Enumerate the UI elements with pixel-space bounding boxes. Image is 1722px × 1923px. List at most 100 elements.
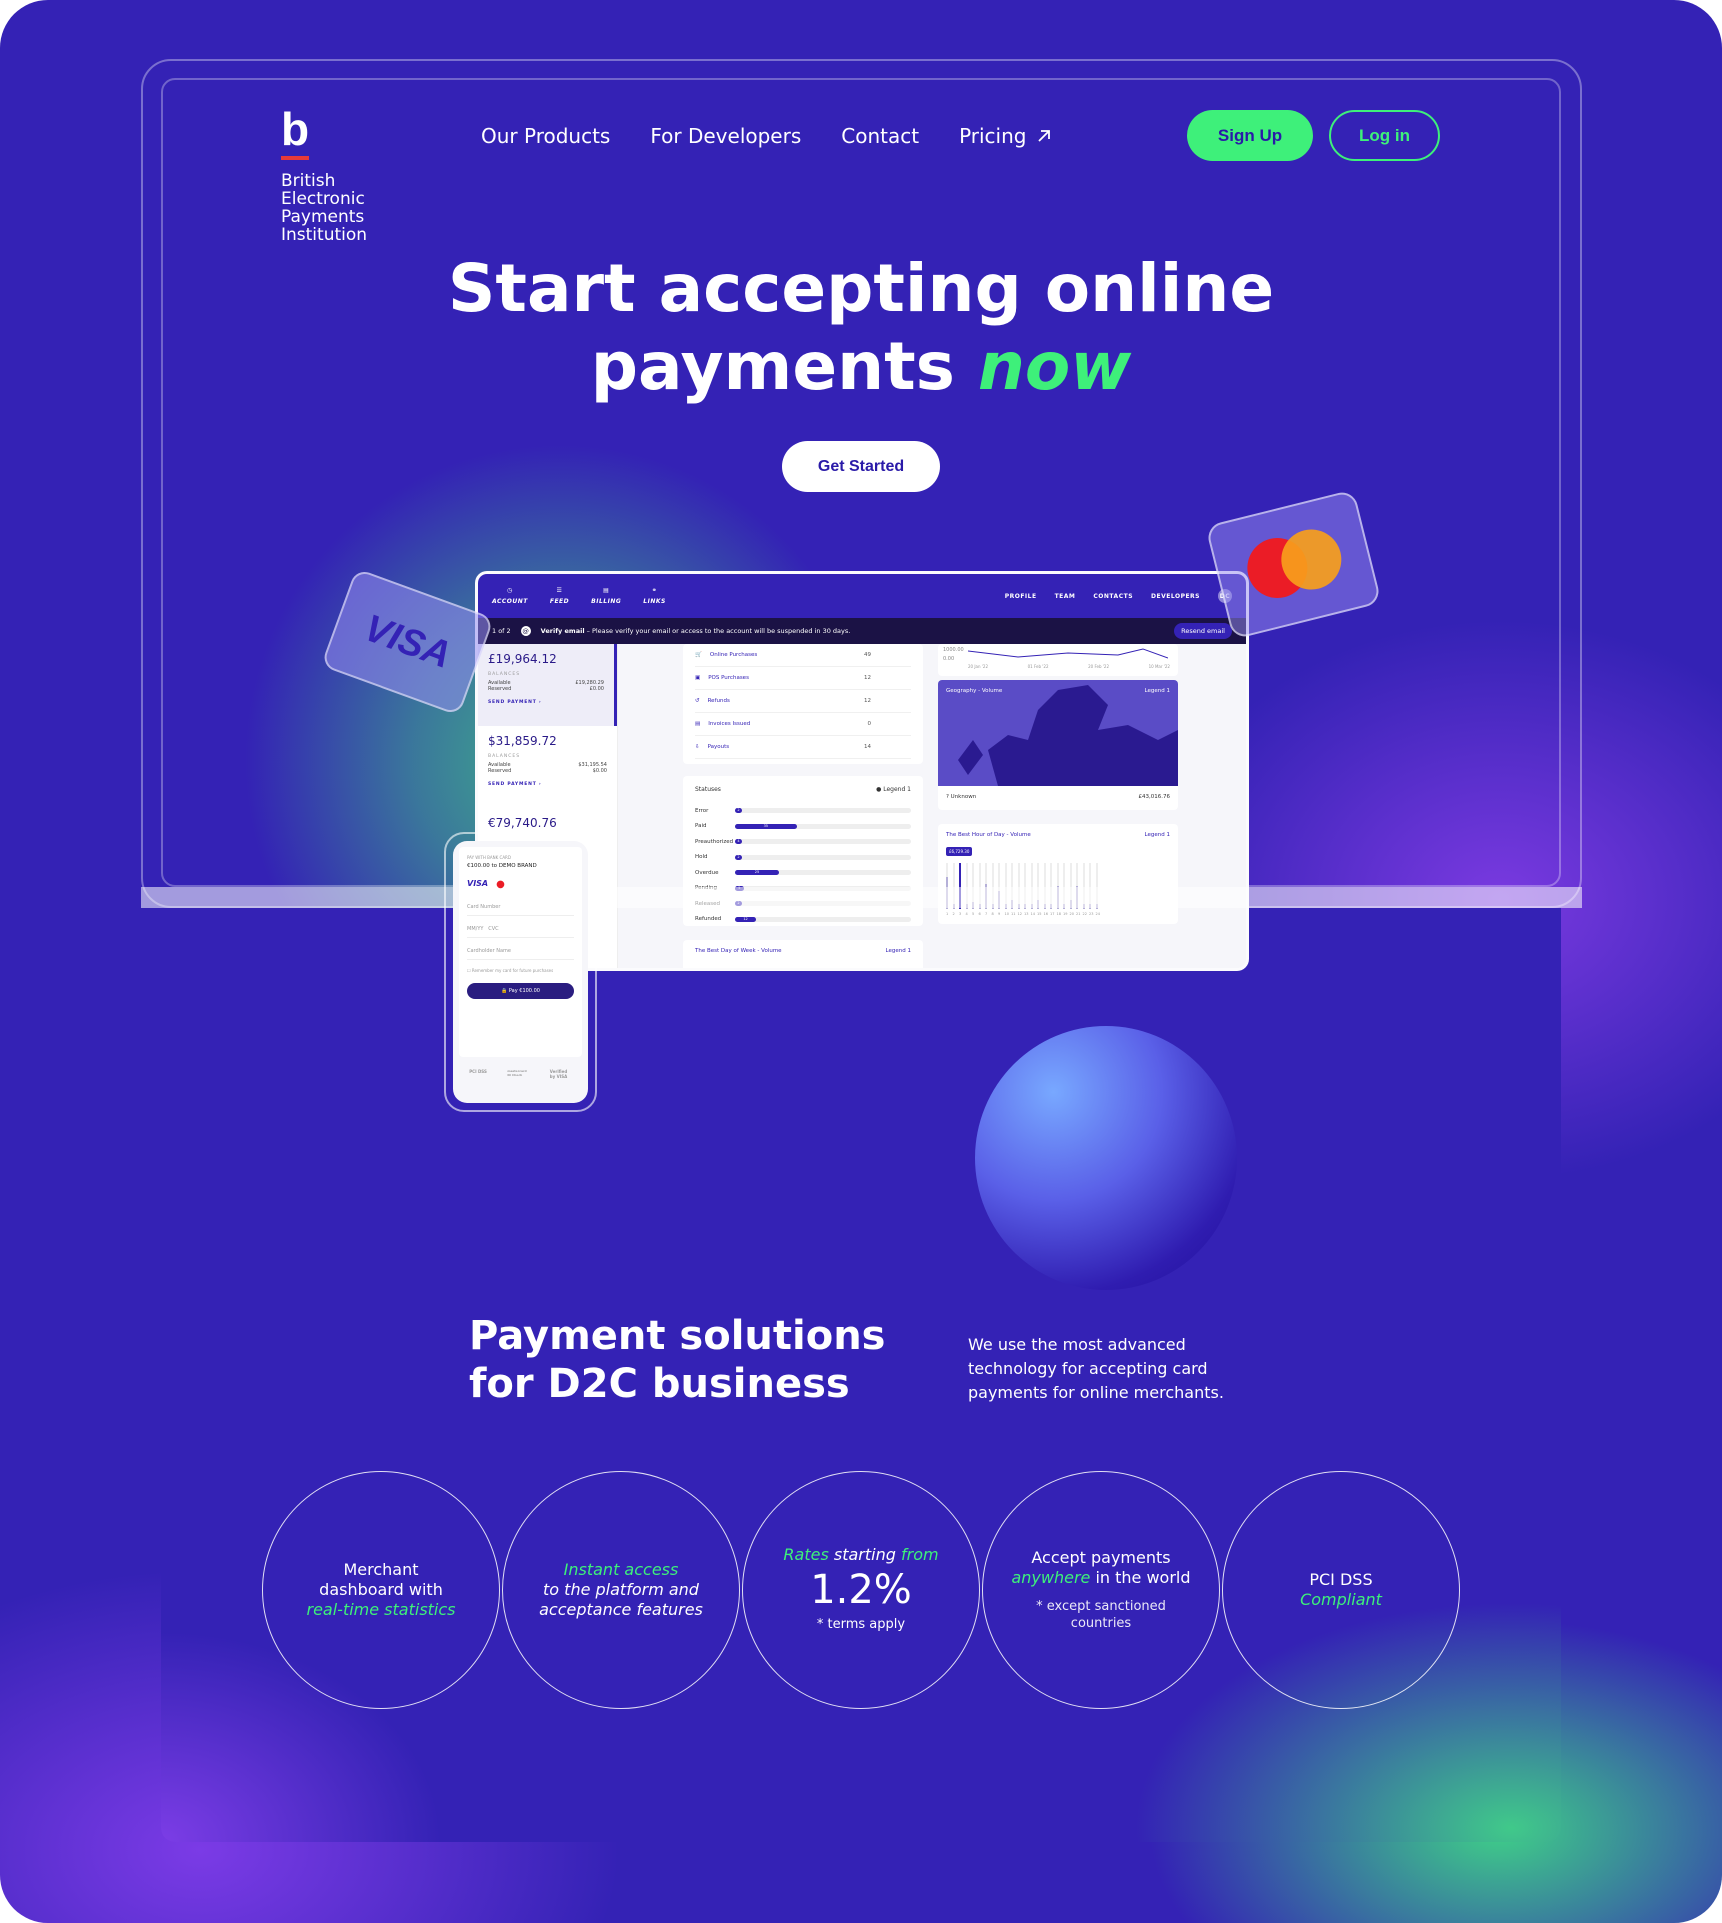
status-track: 4 (735, 839, 911, 845)
hour-label: 7 (985, 912, 988, 916)
hour-label: 6 (978, 912, 981, 916)
hour-label: 12 (1017, 912, 1022, 916)
expiry-field[interactable]: MM/YY (467, 926, 483, 932)
resend-email-button[interactable]: Resend email (1174, 623, 1232, 639)
transaction-label: Payouts (707, 744, 730, 750)
geography-card: Geography - Volume Legend 1 ? Unknown £43… (938, 680, 1178, 810)
status-label: Hold (695, 854, 708, 861)
tab-label: FEED (549, 598, 570, 605)
status-row: Paid 35 (695, 819, 911, 835)
europe-map: Geography - Volume Legend 1 (938, 680, 1178, 786)
reserved-row: Reserved £0.00 (488, 686, 604, 692)
logo[interactable]: b British Electronic Payments Institutio… (281, 106, 367, 244)
feature-text: in the world (1095, 1568, 1191, 1587)
status-row: Refunded 12 (695, 912, 911, 928)
document-icon: ▤ (603, 587, 610, 594)
nav-pricing[interactable]: Pricing (959, 124, 1052, 148)
status-row: Preauthorized 4 (695, 834, 911, 850)
row-label: Reserved (488, 686, 512, 692)
logo-underline (281, 156, 309, 160)
send-payment-link[interactable]: SEND PAYMENT › (488, 782, 607, 787)
sign-up-button[interactable]: Sign Up (1187, 110, 1313, 161)
x-tick: 10 Mar '22 (1148, 664, 1170, 669)
cvc-field[interactable]: CVC (488, 926, 498, 932)
status-label: Preauthorized (695, 838, 734, 845)
transaction-value: 49 (864, 652, 871, 658)
tab-label: ACCOUNT (492, 598, 528, 605)
refund-icon: ↺ (695, 698, 700, 704)
legend-label: Legend 1 (1144, 688, 1170, 694)
card-number-field[interactable]: Card Number (467, 894, 574, 916)
cardholder-field[interactable]: Cardholder Name (467, 938, 574, 960)
account-amount: €79,740.76 (488, 816, 557, 830)
nav-contact[interactable]: Contact (841, 124, 919, 148)
hour-title[interactable]: The Best Hour of Day - Volume (946, 832, 1031, 838)
tab-billing[interactable]: ▤ BILLING (591, 587, 621, 605)
row-label: Reserved (488, 768, 512, 774)
banner-title: Verify email (540, 627, 585, 635)
email-icon: @ (520, 626, 531, 636)
hour-label: 8 (991, 912, 994, 916)
tab-account[interactable]: ◷ ACCOUNT (492, 587, 528, 605)
statuses-header: Statuses ● Legend 1 (695, 786, 911, 793)
remember-checkbox[interactable]: ☐ Remember my card for future purchases (467, 968, 574, 973)
hour-label: 5 (972, 912, 975, 916)
row-value: $0.00 (592, 768, 607, 774)
banner-pager[interactable]: 1 of 2 (492, 627, 511, 635)
nav-our-products[interactable]: Our Products (481, 124, 610, 148)
tab-links[interactable]: ⚭ LINKS (643, 587, 666, 605)
status-label: Error (695, 807, 709, 814)
status-track: 25 (735, 870, 911, 876)
hour-label: 11 (1011, 912, 1016, 916)
status-bar: 2 (735, 808, 742, 814)
feature-text: dashboard with (319, 1580, 443, 1599)
tab-feed[interactable]: ☰ FEED (550, 587, 569, 605)
transaction-row[interactable]: ▣ POS Purchases 12 (695, 667, 911, 690)
statuses-title: Statuses (695, 786, 721, 793)
feature-text: to the platform and (543, 1580, 699, 1599)
expiry-cvc-row: MM/YY CVC (467, 916, 574, 938)
title-line: for D2C business (469, 1361, 850, 1407)
tab-profile[interactable]: PROFILE (1005, 593, 1037, 600)
logo-text: British Electronic Payments Institution (281, 172, 367, 244)
x-tick: 01 Feb '22 (1027, 664, 1049, 669)
glass-edge (141, 887, 1582, 908)
transaction-label: Online Purchases (709, 652, 758, 658)
remember-label: Remember my card for future purchases (471, 968, 554, 973)
solutions-title: Payment solutions for D2C business (469, 1312, 885, 1408)
tab-developers[interactable]: DEVELOPERS (1151, 593, 1200, 600)
geo-title[interactable]: Geography - Volume (946, 688, 1002, 778)
title-line: Payment solutions (469, 1313, 886, 1359)
transaction-row[interactable]: 🛒 Online Purchases 49 (695, 644, 911, 667)
status-track: 2 (735, 854, 911, 860)
unknown-row: ? Unknown (946, 794, 977, 800)
dashboard-topbar: ◷ ACCOUNT ☰ FEED ▤ BILLING ⚭ LINKS PROFILE T… (478, 574, 1246, 618)
nav-for-developers[interactable]: For Developers (650, 124, 801, 148)
send-payment-link[interactable]: SEND PAYMENT › (488, 700, 604, 705)
week-title[interactable]: The Best Day of Week - Volume (695, 948, 782, 968)
status-bar: 25 (735, 870, 779, 876)
verified-visa-logo: Verified by VISA (549, 1069, 568, 1079)
get-started-button[interactable]: Get Started (782, 441, 940, 492)
status-bar: 35 (735, 823, 797, 829)
logo-line: Payments (281, 207, 365, 227)
tab-contacts[interactable]: CONTACTS (1093, 593, 1133, 600)
pos-icon: ▣ (695, 675, 701, 681)
account-usd[interactable]: $31,859.72 BALANCES Available $31,195.54 … (478, 726, 617, 808)
transaction-row[interactable]: ▤ Invoices Issued 0 (695, 713, 911, 736)
visa-logo: VISA (358, 606, 457, 677)
link-icon: ⚭ (651, 587, 658, 594)
tab-team[interactable]: TEAM (1055, 593, 1076, 600)
transaction-row[interactable]: ⇩ Payouts 14 (695, 736, 911, 759)
transaction-row[interactable]: ↺ Refunds 12 (695, 690, 911, 713)
pay-button[interactable]: 🔒 Pay €100.00 (467, 983, 574, 999)
page: b British Electronic Payments Institutio… (0, 0, 1722, 1923)
log-in-button[interactable]: Log in (1329, 110, 1440, 161)
banner-text: Verify email – Please verify your email … (541, 627, 851, 635)
transaction-value: 12 (864, 675, 871, 681)
hero-line-2: payments now (361, 328, 1361, 406)
main-nav: Our Products For Developers Contact Pric… (481, 124, 1052, 148)
unknown-value: £43,016.76 (1138, 794, 1171, 800)
account-gbp[interactable]: £19,964.12 BALANCES Available £19,280.29 … (478, 644, 617, 726)
feature-instant-access: Instant access to the platform and accep… (502, 1471, 740, 1709)
